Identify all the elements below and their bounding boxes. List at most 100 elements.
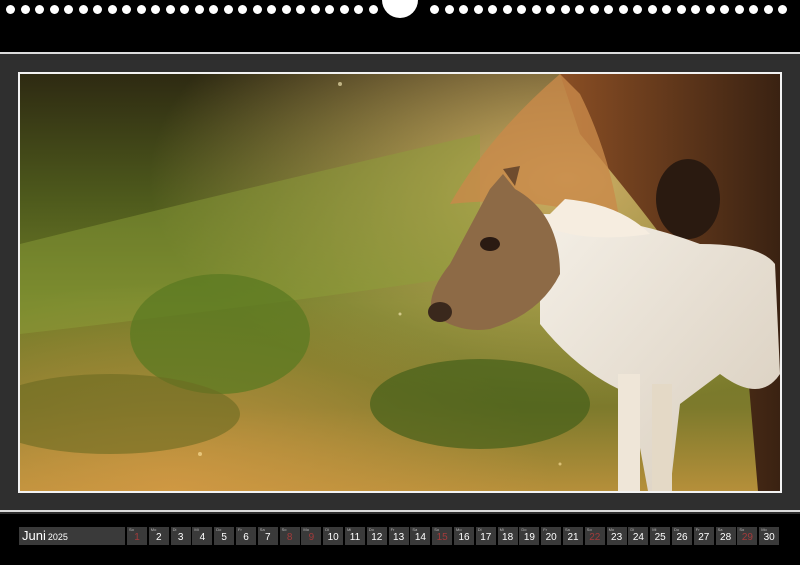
binding-hole bbox=[517, 5, 526, 14]
binding-hole bbox=[310, 5, 320, 14]
binding-hole bbox=[734, 5, 744, 14]
day-number: 26 bbox=[676, 532, 688, 543]
calendar-photo bbox=[18, 72, 782, 493]
day-number: 5 bbox=[221, 532, 227, 543]
day-number: 19 bbox=[523, 532, 535, 543]
day-number: 12 bbox=[371, 532, 383, 543]
day-cell: Do 19 bbox=[519, 527, 540, 545]
day-number: 27 bbox=[698, 532, 710, 543]
binding-hole bbox=[604, 5, 613, 14]
binding-hole bbox=[575, 5, 584, 14]
binding-hole bbox=[618, 5, 628, 14]
binding-hole bbox=[459, 5, 468, 14]
day-cell: Fr 13 bbox=[388, 527, 409, 545]
day-cell: Mi 11 bbox=[345, 527, 365, 545]
day-cell: Do 12 bbox=[366, 527, 387, 545]
day-cell: Mo 9 bbox=[301, 527, 322, 545]
day-cell: Mi 4 bbox=[192, 527, 213, 545]
day-cell: Mo 16 bbox=[454, 527, 474, 545]
day-cell: Mo 2 bbox=[148, 527, 169, 545]
top-rule bbox=[0, 52, 800, 54]
day-cell: So 29 bbox=[737, 527, 758, 545]
day-cell: Do 26 bbox=[672, 527, 692, 545]
binding-hole bbox=[647, 5, 657, 14]
binding-hole bbox=[107, 5, 117, 14]
day-cell: So 1 bbox=[127, 527, 147, 545]
day-number: 17 bbox=[480, 532, 492, 543]
day-number: 8 bbox=[286, 532, 293, 543]
binding-hole bbox=[180, 5, 189, 14]
day-number: 4 bbox=[199, 532, 206, 543]
binding-hole bbox=[6, 5, 15, 14]
binding-hole bbox=[763, 5, 773, 14]
binding-hole bbox=[93, 5, 102, 14]
binding-hole bbox=[238, 5, 247, 14]
day-number: 15 bbox=[436, 532, 448, 543]
binding-hole bbox=[368, 5, 378, 14]
binding-hole bbox=[252, 5, 262, 14]
binding-hole bbox=[20, 5, 30, 14]
binding-hole bbox=[296, 5, 305, 14]
day-number: 18 bbox=[502, 532, 514, 543]
binding-hole bbox=[488, 5, 497, 14]
year-label: 2025 bbox=[47, 532, 68, 542]
day-number: 30 bbox=[763, 532, 775, 543]
day-number: 23 bbox=[611, 532, 623, 543]
binding-hole bbox=[64, 5, 73, 14]
binding-hole bbox=[662, 5, 671, 14]
day-number: 22 bbox=[589, 532, 601, 543]
hanger-notch bbox=[382, 0, 418, 18]
binding-hole bbox=[720, 5, 729, 14]
binding-hole bbox=[546, 5, 555, 14]
binding-hole bbox=[194, 5, 204, 14]
day-cell: Fr 27 bbox=[693, 527, 714, 545]
binding-hole bbox=[502, 5, 512, 14]
day-cell: Di 10 bbox=[323, 527, 344, 545]
day-number: 6 bbox=[243, 532, 249, 543]
day-number: 7 bbox=[265, 532, 271, 543]
day-cell: So 15 bbox=[432, 527, 453, 545]
calendar-grid-bar: Juni 2025 So 1 Mo 2 Di 3 Mi 4 Do 5 Fr 6 Sa 7 So 8 Mo 9 Di 10… bbox=[0, 514, 800, 565]
binding-hole bbox=[354, 5, 363, 14]
day-number: 9 bbox=[308, 532, 315, 543]
day-number: 1 bbox=[134, 532, 140, 543]
day-number: 16 bbox=[458, 532, 470, 543]
binding-hole bbox=[444, 5, 454, 14]
month-label: Juni 2025 bbox=[19, 527, 125, 545]
day-cell: Di 24 bbox=[628, 527, 649, 545]
binding-hole bbox=[531, 5, 541, 14]
day-cell: So 22 bbox=[584, 527, 605, 545]
binding-hole bbox=[473, 5, 483, 14]
month-name: Juni bbox=[22, 528, 46, 543]
day-cell: Di 3 bbox=[170, 527, 191, 545]
day-number: 11 bbox=[349, 532, 361, 543]
day-cell: Sa 14 bbox=[410, 527, 431, 545]
day-cell: Fr 6 bbox=[236, 527, 256, 545]
day-cell: Di 17 bbox=[475, 527, 496, 545]
day-cell: So 8 bbox=[279, 527, 300, 545]
binding-hole bbox=[705, 5, 715, 14]
day-number: 24 bbox=[632, 532, 644, 543]
day-cell: Mi 25 bbox=[650, 527, 671, 545]
day-cell: Mo 30 bbox=[759, 527, 780, 545]
bottom-rule bbox=[0, 510, 800, 512]
binding-hole bbox=[122, 5, 131, 14]
binding-hole bbox=[633, 5, 642, 14]
binding-hole bbox=[165, 5, 175, 14]
foal-and-horse-image bbox=[20, 74, 780, 491]
binding-hole bbox=[325, 5, 334, 14]
day-cell: Mo 23 bbox=[606, 527, 627, 545]
binding-hole bbox=[136, 5, 146, 14]
day-number: 20 bbox=[545, 532, 557, 543]
day-number: 21 bbox=[567, 532, 579, 543]
binding-hole bbox=[691, 5, 700, 14]
binding-hole bbox=[778, 5, 787, 14]
day-number: 10 bbox=[327, 532, 339, 543]
binding-hole bbox=[339, 5, 349, 14]
day-number: 28 bbox=[720, 532, 732, 543]
binding-hole bbox=[676, 5, 686, 14]
day-cell: Fr 20 bbox=[541, 527, 562, 545]
day-cell: Mi 18 bbox=[497, 527, 518, 545]
day-number: 25 bbox=[654, 532, 666, 543]
day-cell: Sa 7 bbox=[257, 527, 278, 545]
